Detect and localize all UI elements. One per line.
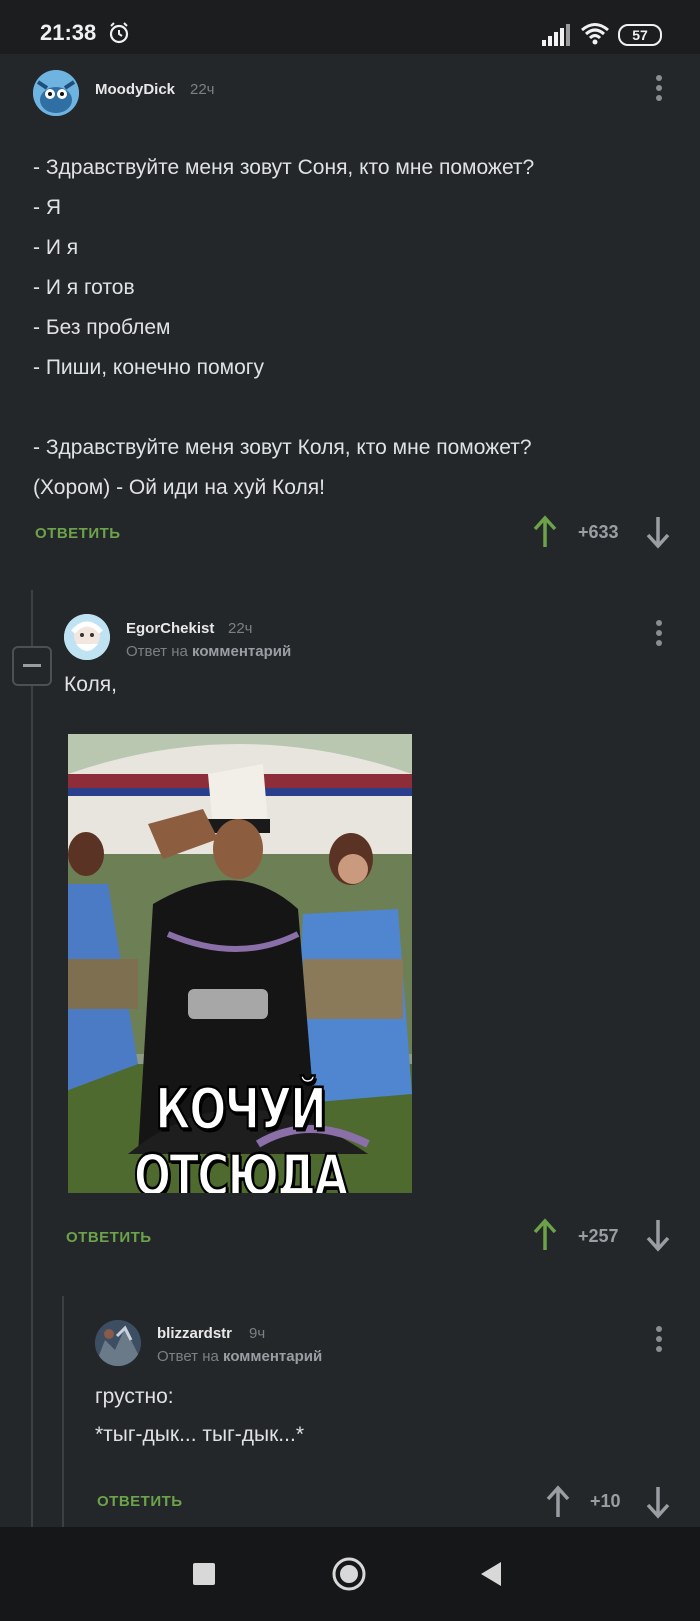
comment: blizzardstr 9ч Ответ на комментарий грус…: [0, 1315, 700, 1527]
avatar-image: [95, 1320, 141, 1366]
upvote-icon[interactable]: [545, 1485, 571, 1519]
reply-to-label[interactable]: Ответ на комментарий: [126, 643, 291, 660]
comment-time: 9ч: [249, 1325, 266, 1342]
comment-time: 22ч: [228, 620, 253, 637]
comment-line: - Пиши, конечно помогу: [33, 356, 264, 379]
reply-to-link[interactable]: комментарий: [223, 1348, 322, 1365]
upvote-icon[interactable]: [532, 515, 558, 549]
wifi-icon: [581, 23, 609, 45]
reply-to-prefix: Ответ на: [157, 1348, 219, 1365]
comment: EgorChekist 22ч Ответ на комментарий Кол…: [0, 605, 700, 1265]
comment-text: грустно: *тыг-дык... тыг-дык...*: [95, 1377, 655, 1453]
author-name[interactable]: blizzardstr: [157, 1325, 232, 1342]
reply-button[interactable]: ОТВЕТИТЬ: [97, 1493, 183, 1510]
avatar[interactable]: [95, 1320, 141, 1366]
comment-line: - Я: [33, 196, 61, 219]
comment-line: - И я: [33, 236, 79, 259]
comment-line: - И я готов: [33, 276, 135, 299]
avatar-image: [64, 614, 110, 660]
signal-icon: [542, 24, 570, 46]
comment-score: +10: [590, 1491, 621, 1511]
status-bar: 21:38 57: [0, 0, 700, 54]
more-options-icon[interactable]: [655, 75, 663, 105]
status-time: 21:38: [40, 20, 97, 45]
reply-button[interactable]: ОТВЕТИТЬ: [66, 1229, 152, 1246]
comment-line: *тыг-дык... тыг-дык...*: [95, 1423, 304, 1446]
comment-image[interactable]: КОЧУЙ ОТСЮДА: [68, 734, 412, 1193]
downvote-icon[interactable]: [645, 1485, 671, 1519]
more-options-icon[interactable]: [655, 620, 663, 650]
downvote-icon[interactable]: [645, 515, 671, 549]
meme-caption: КОЧУЙ ОТСЮДА: [133, 1075, 350, 1193]
comment-line: грустно:: [95, 1385, 174, 1408]
upvote-icon[interactable]: [532, 1218, 558, 1252]
reply-button[interactable]: ОТВЕТИТЬ: [35, 525, 121, 542]
reply-to-prefix: Ответ на: [126, 643, 188, 660]
alarm-icon: [109, 22, 129, 44]
navigation-bar: [0, 1527, 700, 1621]
comment-score: +633: [578, 522, 619, 542]
comment-time: 22ч: [190, 81, 215, 98]
comment-text: - Здравствуйте меня зовут Соня, кто мне …: [33, 148, 673, 508]
avatar-image: [33, 70, 79, 116]
author-name[interactable]: MoodyDick: [95, 81, 175, 98]
avatar[interactable]: [33, 70, 79, 116]
reply-to-link[interactable]: комментарий: [192, 643, 291, 660]
more-options-icon[interactable]: [655, 1326, 663, 1356]
downvote-icon[interactable]: [645, 1218, 671, 1252]
recent-apps-icon[interactable]: [192, 1562, 216, 1586]
reply-to-label[interactable]: Ответ на комментарий: [157, 1348, 322, 1365]
avatar[interactable]: [64, 614, 110, 660]
back-icon[interactable]: [479, 1561, 503, 1587]
home-icon[interactable]: [331, 1556, 367, 1592]
author-name[interactable]: EgorChekist: [126, 620, 214, 637]
comment-score: +257: [578, 1226, 619, 1246]
comment: MoodyDick 22ч - Здравствуйте меня зовут …: [0, 60, 700, 570]
battery-indicator: 57: [618, 24, 662, 46]
comment-line: [33, 388, 673, 428]
comment-line: - Без проблем: [33, 316, 171, 339]
comment-line: - Здравствуйте меня зовут Соня, кто мне …: [33, 156, 535, 179]
comment-line: (Хором) - Ой иди на хуй Коля!: [33, 476, 325, 499]
comment-line: - Здравствуйте меня зовут Коля, кто мне …: [33, 436, 532, 459]
comment-text: Коля,: [64, 673, 117, 696]
